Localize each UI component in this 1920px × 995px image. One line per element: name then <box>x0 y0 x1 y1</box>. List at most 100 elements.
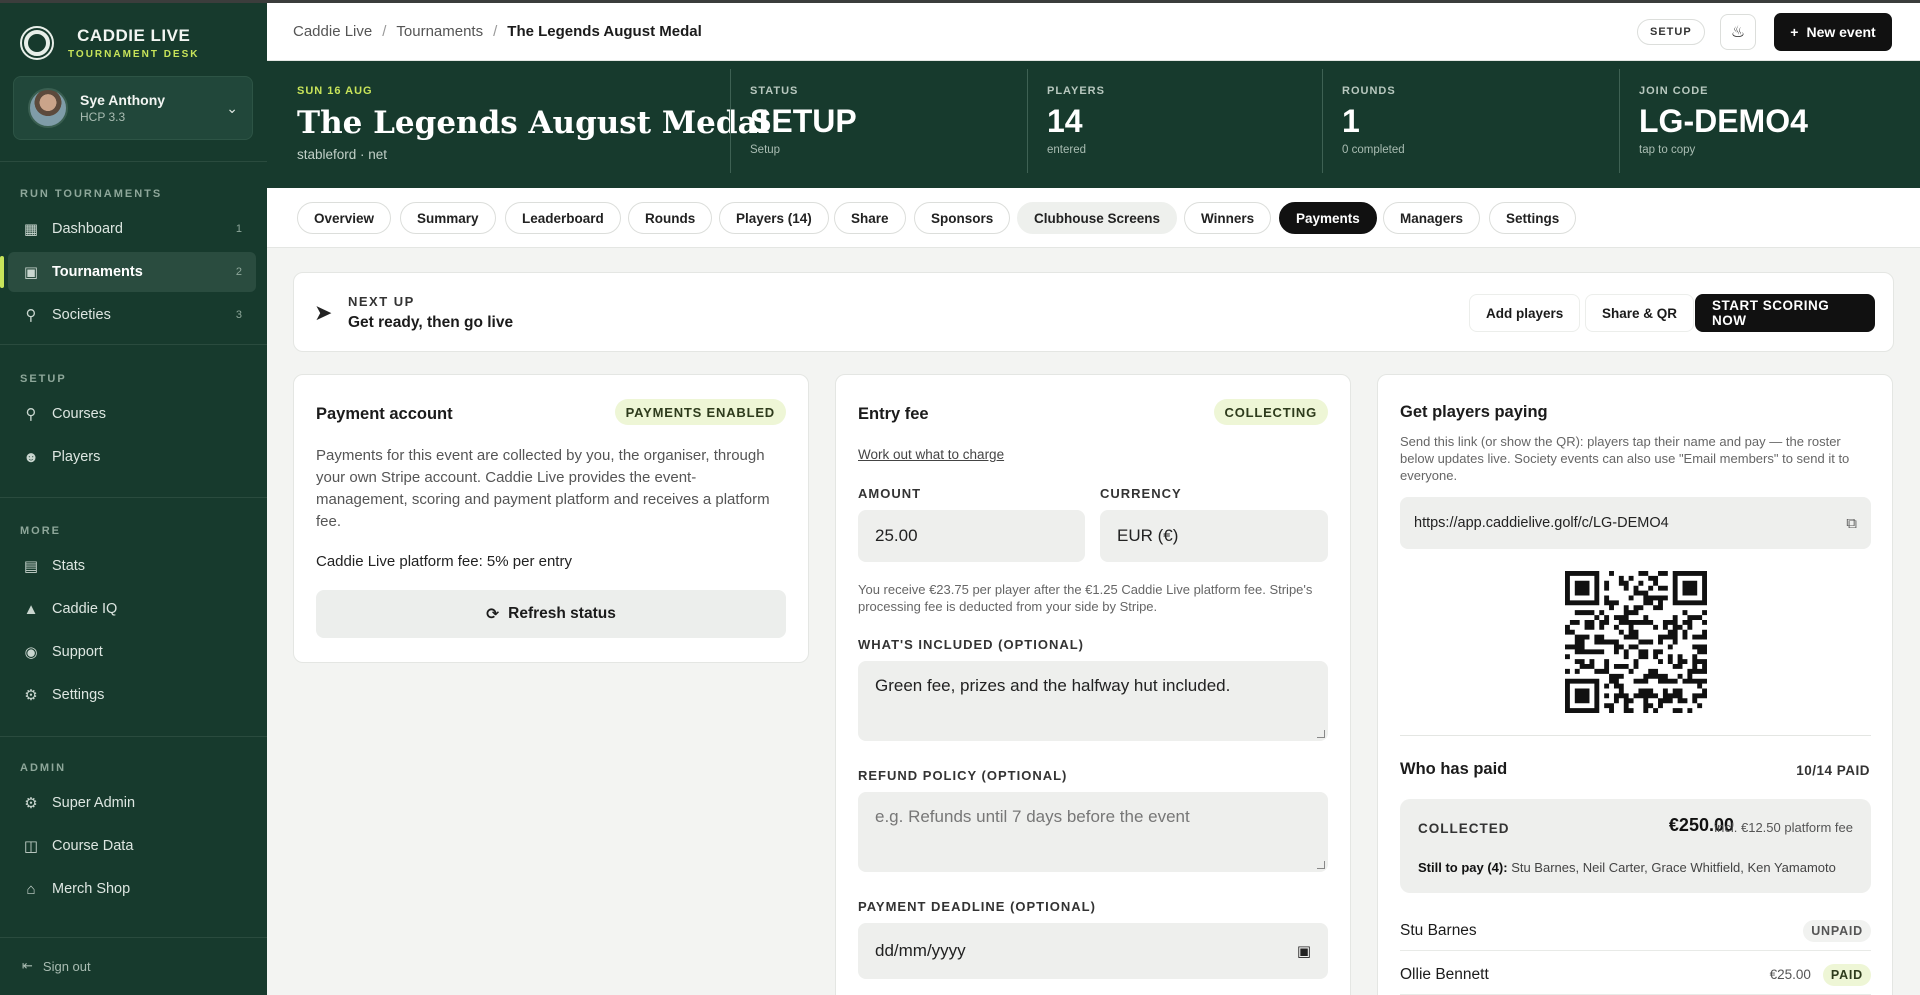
payment-deadline-input[interactable]: dd/mm/yyyy ▣ <box>858 923 1328 979</box>
brand[interactable]: CADDIE LIVE TOURNAMENT DESK <box>20 26 199 60</box>
sidebar-item-merch-shop[interactable]: ⌂ Merch Shop <box>8 869 256 909</box>
sidebar-item-label: Caddie IQ <box>52 601 118 617</box>
tab-summary[interactable]: Summary <box>400 202 496 234</box>
new-event-button[interactable]: + New event <box>1774 13 1892 51</box>
stat-label: ROUNDS <box>1342 85 1396 97</box>
tab-managers[interactable]: Managers <box>1383 202 1481 234</box>
stat-players: PLAYERS 14 entered <box>1027 69 1105 173</box>
sidebar-item-stats[interactable]: ▤ Stats <box>8 546 256 586</box>
sidebar-item-societies[interactable]: ⚲ Societies 3 <box>8 295 256 335</box>
sidebar-item-label: Courses <box>52 406 106 422</box>
sidebar-item-count: 3 <box>235 309 242 321</box>
graduation-cap-icon: ▲ <box>23 600 39 618</box>
included-textarea[interactable]: Green fee, prizes and the halfway hut in… <box>858 661 1328 741</box>
tab-players[interactable]: Players (14) <box>719 202 829 234</box>
breadcrumb-separator: / <box>493 23 498 40</box>
start-scoring-button[interactable]: START SCORING NOW <box>1695 294 1875 332</box>
sidebar-item-tournaments[interactable]: ▣ Tournaments 2 <box>0 252 256 292</box>
refund-label: REFUND POLICY (OPTIONAL) <box>858 768 1068 783</box>
sidebar-item-label: Dashboard <box>52 221 123 237</box>
calendar-icon[interactable]: ▣ <box>1297 942 1311 960</box>
payout-note: You receive €23.75 per player after the … <box>858 582 1313 614</box>
sidebar-item-dashboard[interactable]: ▦ Dashboard 1 <box>8 209 256 249</box>
platform-fee-text: Caddie Live platform fee: 5% per entry <box>316 553 572 570</box>
stat-sub: Setup <box>750 144 781 156</box>
sidebar-item-caddie-iq[interactable]: ▲ Caddie IQ <box>8 589 256 629</box>
refresh-status-button[interactable]: ⟳ Refresh status <box>316 590 786 638</box>
card-title: Get players paying <box>1400 403 1548 421</box>
sidebar-item-label: Super Admin <box>52 795 136 811</box>
tab-winners[interactable]: Winners <box>1184 202 1272 234</box>
gear-icon: ⚙ <box>24 795 38 812</box>
breadcrumb-current: The Legends August Medal <box>507 23 702 40</box>
stat-value: 1 <box>1342 103 1360 139</box>
sidebar-item-count: 1 <box>235 223 242 235</box>
add-players-button[interactable]: Add players <box>1469 294 1581 332</box>
sign-out-icon: ⇤ <box>22 958 33 973</box>
join-code-value[interactable]: LG-DEMO4 <box>1639 103 1808 140</box>
user-menu[interactable]: Sye Anthony HCP 3.3 ⌄ <box>13 76 253 140</box>
share-qr-button[interactable]: Share & QR <box>1585 294 1695 332</box>
section-label-admin: ADMIN <box>20 762 67 774</box>
sidebar-item-settings[interactable]: ⚙ Settings <box>8 675 256 715</box>
next-up-banner: ➤ NEXT UP Get ready, then go live Add pl… <box>293 272 1894 352</box>
tab-clubhouse-screens[interactable]: Clubhouse Screens <box>1017 202 1178 234</box>
copy-icon[interactable]: ⧉ <box>1846 515 1857 532</box>
stat-label: JOIN CODE <box>1639 85 1709 97</box>
refund-policy-textarea[interactable]: e.g. Refunds until 7 days before the eve… <box>858 792 1328 872</box>
breadcrumb-parent[interactable]: Tournaments <box>396 23 483 40</box>
currency-select[interactable]: EUR (€) <box>1100 510 1328 562</box>
work-out-charge-link[interactable]: Work out what to charge <box>858 447 1004 462</box>
entry-fee-card: Entry fee COLLECTING Work out what to ch… <box>835 374 1351 995</box>
still-to-pay-names: Stu Barnes, Neil Carter, Grace Whitfield… <box>1511 860 1836 875</box>
sidebar-item-courses[interactable]: ⚲ Courses <box>8 394 256 434</box>
table-row[interactable]: Stu Barnes UNPAID <box>1400 911 1871 951</box>
sidebar-item-support[interactable]: ◉ Support <box>8 632 256 672</box>
collected-fee: incl. €12.50 platform fee <box>1714 820 1853 835</box>
table-row[interactable]: Ollie Bennett €25.00 PAID <box>1400 955 1871 995</box>
next-up-text: Get ready, then go live <box>348 314 514 331</box>
next-up-label: NEXT UP <box>348 294 415 309</box>
sidebar-divider <box>0 161 267 162</box>
section-label-setup: SETUP <box>20 373 67 385</box>
section-divider <box>1400 735 1871 736</box>
sidebar-item-label: Settings <box>52 687 105 703</box>
payment-link: https://app.caddielive.golf/c/LG-DEMO4 <box>1414 515 1669 531</box>
amount-input[interactable]: 25.00 <box>858 510 1085 562</box>
sidebar-item-players[interactable]: ☻ Players <box>8 437 256 477</box>
breadcrumb-root[interactable]: Caddie Live <box>293 23 372 40</box>
tab-sponsors[interactable]: Sponsors <box>914 202 1011 234</box>
collected-summary: COLLECTED €250.00 incl. €12.50 platform … <box>1400 799 1871 893</box>
still-to-pay: Still to pay (4): Stu Barnes, Neil Carte… <box>1418 860 1836 875</box>
stat-sub: entered <box>1047 144 1087 156</box>
sign-out-label: Sign out <box>42 958 91 974</box>
window-top-strip <box>0 0 1920 3</box>
page-title: The Legends August Medal <box>297 105 770 141</box>
sidebar-item-super-admin[interactable]: ⚙ Super Admin <box>8 783 256 823</box>
database-icon: ◫ <box>23 838 39 855</box>
stat-value: SETUP <box>750 103 857 139</box>
top-bar: Caddie Live / Tournaments / The Legends … <box>267 3 1920 61</box>
refresh-label: Refresh status <box>508 605 616 622</box>
sign-out-button[interactable]: ⇤ Sign out <box>22 958 91 974</box>
avatar <box>28 88 68 128</box>
payment-link-field[interactable]: https://app.caddielive.golf/c/LG-DEMO4 ⧉ <box>1400 497 1871 549</box>
tab-overview[interactable]: Overview <box>297 202 392 234</box>
sidebar-divider <box>0 497 267 498</box>
notifications-button[interactable]: ♨ <box>1720 14 1756 50</box>
paid-amount: €25.00 <box>1769 967 1811 982</box>
tab-settings[interactable]: Settings <box>1489 202 1577 234</box>
tab-rounds[interactable]: Rounds <box>628 202 713 234</box>
sidebar-item-label: Players <box>52 449 101 465</box>
tab-leaderboard[interactable]: Leaderboard <box>505 202 621 234</box>
sidebar: CADDIE LIVE TOURNAMENT DESK Sye Anthony … <box>0 0 267 995</box>
stat-sub: 0 completed <box>1342 144 1405 156</box>
tab-payments[interactable]: Payments <box>1279 202 1377 234</box>
status-badge: COLLECTING <box>1213 399 1328 425</box>
sidebar-item-course-data[interactable]: ◫ Course Data <box>8 826 256 866</box>
event-tabs: Overview Summary Leaderboard Rounds Play… <box>267 188 1920 248</box>
stat-join-code[interactable]: JOIN CODE LG-DEMO4 tap to copy <box>1619 69 1808 173</box>
tab-share[interactable]: Share <box>834 202 906 234</box>
status-badge: PAID <box>1822 963 1871 986</box>
stat-rounds: ROUNDS 1 0 completed <box>1322 69 1405 173</box>
